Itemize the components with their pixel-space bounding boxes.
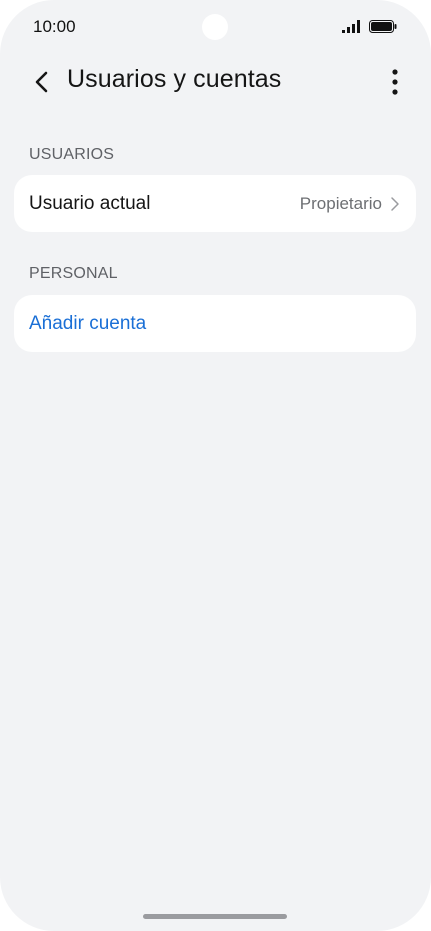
add-account-link[interactable]: Añadir cuenta [29,313,146,335]
status-bar: 10:00 [0,0,431,54]
battery-icon [369,20,397,33]
front-camera-cutout [202,14,228,40]
chevron-right-icon [391,197,399,211]
status-time: 10:00 [33,17,76,36]
current-user-row[interactable]: Usuario actual Propietario [14,175,416,232]
current-user-title: Usuario actual [29,193,151,214]
home-indicator[interactable] [143,914,287,919]
more-options-icon [392,69,398,95]
phone-screen: 10:00 Usuarios y cuentas USUARIOS Usuari… [0,0,431,931]
back-button[interactable] [26,66,58,98]
back-arrow-icon [35,71,48,93]
section-label-users: USUARIOS [29,146,115,163]
add-account-row[interactable]: Añadir cuenta [14,295,416,352]
more-options-button[interactable] [380,66,410,98]
current-user-value: Propietario [299,194,382,213]
signal-bars-icon [342,20,360,33]
section-label-personal: PERSONAL [29,265,118,282]
page-title: Usuarios y cuentas [67,65,282,93]
app-bar: Usuarios y cuentas [0,54,431,110]
